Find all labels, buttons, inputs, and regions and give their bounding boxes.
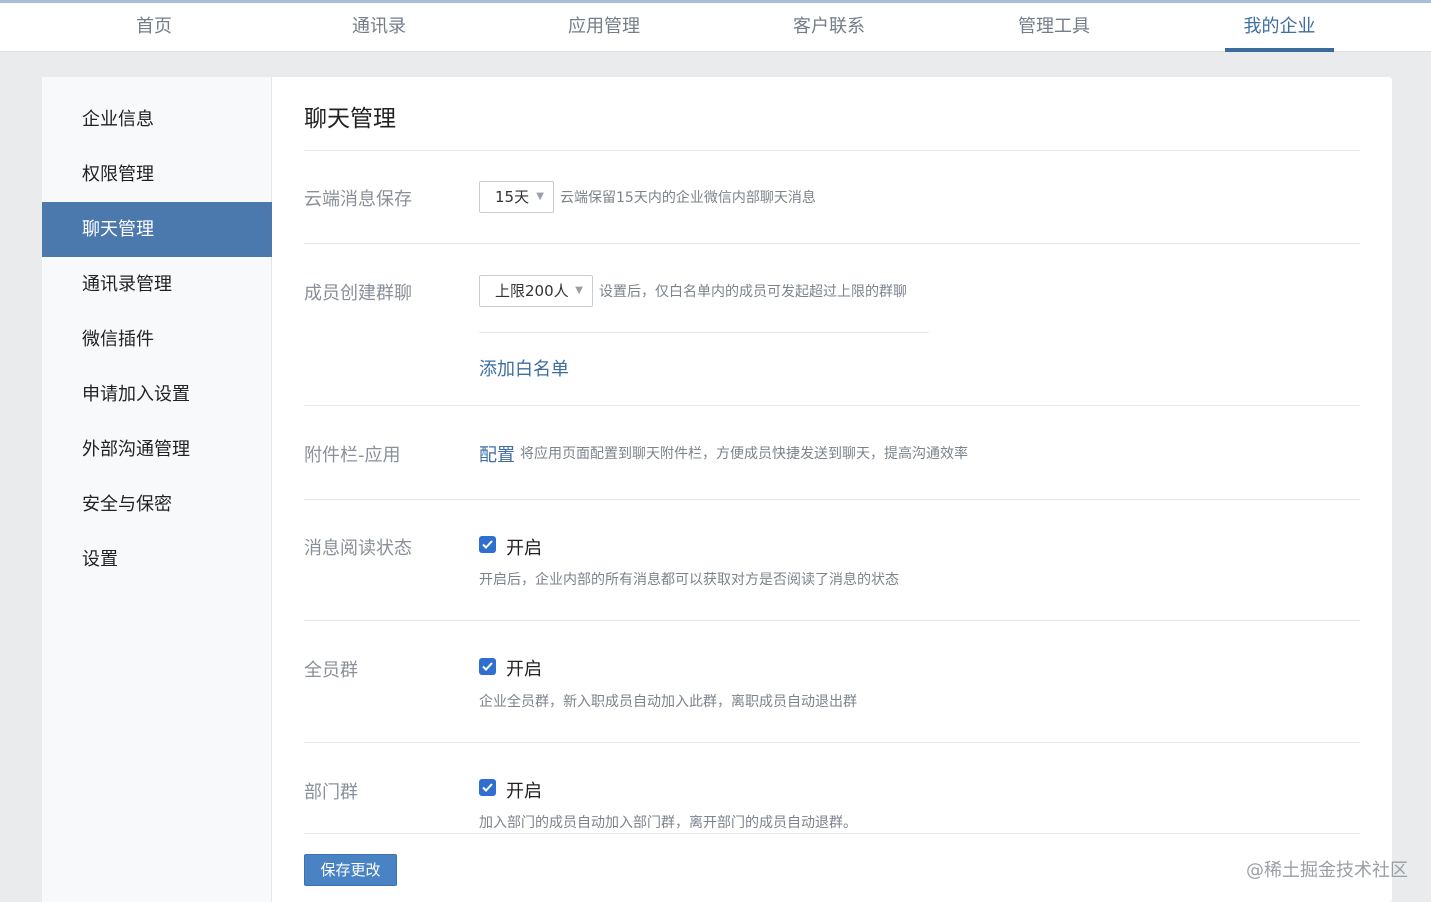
divider xyxy=(479,332,929,333)
checkmark-icon xyxy=(482,783,493,792)
cloud-storage-label: 云端消息保存 xyxy=(304,189,412,210)
read-status-checkbox[interactable] xyxy=(479,536,496,553)
read-status-label: 消息阅读状态 xyxy=(304,538,412,559)
divider xyxy=(304,150,1360,151)
sidebar-item-contacts-management[interactable]: 通讯录管理 xyxy=(42,257,272,312)
dept-group-checkbox-label[interactable]: 开启 xyxy=(506,777,542,803)
cloud-storage-select[interactable]: 15天 ▼ xyxy=(479,181,554,213)
divider xyxy=(304,243,1360,244)
cloud-storage-hint: 云端保留15天内的企业微信内部聊天消息 xyxy=(560,190,816,206)
divider xyxy=(304,620,1360,621)
chevron-down-icon: ▼ xyxy=(536,191,544,202)
divider xyxy=(304,742,1360,743)
sidebar-item-wechat-plugin[interactable]: 微信插件 xyxy=(42,312,272,367)
sidebar-item-company-info[interactable]: 企业信息 xyxy=(42,92,272,147)
all-staff-group-hint: 企业全员群，新入职成员自动加入此群，离职成员自动退出群 xyxy=(479,694,857,710)
divider xyxy=(304,499,1360,500)
nav-item-apps[interactable]: 应用管理 xyxy=(550,3,658,52)
nav-item-home[interactable]: 首页 xyxy=(100,3,208,52)
watermark: @稀土掘金技术社区 xyxy=(1246,860,1408,881)
dept-group-hint: 加入部门的成员自动加入部门群，离开部门的成员自动退群。 xyxy=(479,815,857,831)
configure-link[interactable]: 配置 xyxy=(479,441,515,467)
chevron-down-icon: ▼ xyxy=(575,285,583,296)
save-button[interactable]: 保存更改 xyxy=(304,854,397,886)
sidebar: 企业信息 权限管理 聊天管理 通讯录管理 微信插件 申请加入设置 外部沟通管理 … xyxy=(42,77,272,902)
add-whitelist-link[interactable]: 添加白名单 xyxy=(479,355,569,381)
read-status-hint: 开启后，企业内部的所有消息都可以获取对方是否阅读了消息的状态 xyxy=(479,572,899,588)
top-nav: 首页 通讯录 应用管理 客户联系 管理工具 我的企业 xyxy=(0,0,1431,52)
checkmark-icon xyxy=(482,540,493,549)
attachment-hint: 将应用页面配置到聊天附件栏，方便成员快捷发送到聊天，提高沟通效率 xyxy=(520,446,968,462)
cloud-storage-select-value: 15天 xyxy=(495,188,530,206)
nav-item-customers[interactable]: 客户联系 xyxy=(775,3,883,52)
member-group-hint: 设置后，仅白名单内的成员可发起超过上限的群聊 xyxy=(599,284,907,300)
main-panel: 企业信息 权限管理 聊天管理 通讯录管理 微信插件 申请加入设置 外部沟通管理 … xyxy=(42,77,1392,902)
member-group-limit-select[interactable]: 上限200人 ▼ xyxy=(479,275,593,307)
sidebar-item-security[interactable]: 安全与保密 xyxy=(42,477,272,532)
nav-active-indicator xyxy=(1225,48,1334,52)
dept-group-label: 部门群 xyxy=(304,782,358,803)
divider xyxy=(304,833,1360,834)
page-title: 聊天管理 xyxy=(304,106,396,132)
all-staff-group-checkbox[interactable] xyxy=(479,658,496,675)
sidebar-item-chat-management[interactable]: 聊天管理 xyxy=(42,202,272,257)
checkmark-icon xyxy=(482,662,493,671)
attachment-label: 附件栏-应用 xyxy=(304,445,401,466)
nav-item-tools[interactable]: 管理工具 xyxy=(1000,3,1108,52)
member-group-select-value: 上限200人 xyxy=(495,282,569,300)
member-group-label: 成员创建群聊 xyxy=(304,283,412,304)
sidebar-item-settings[interactable]: 设置 xyxy=(42,532,272,587)
all-staff-group-label: 全员群 xyxy=(304,660,358,681)
sidebar-item-permissions[interactable]: 权限管理 xyxy=(42,147,272,202)
sidebar-item-join-settings[interactable]: 申请加入设置 xyxy=(42,367,272,422)
sidebar-item-external-communication[interactable]: 外部沟通管理 xyxy=(42,422,272,477)
divider xyxy=(304,405,1360,406)
nav-item-contacts[interactable]: 通讯录 xyxy=(325,3,433,52)
read-status-checkbox-label[interactable]: 开启 xyxy=(506,534,542,560)
dept-group-checkbox[interactable] xyxy=(479,779,496,796)
nav-item-my-company[interactable]: 我的企业 xyxy=(1225,3,1334,52)
content-area: 聊天管理 云端消息保存 15天 ▼ 云端保留15天内的企业微信内部聊天消息 成员… xyxy=(304,77,1360,902)
all-staff-group-checkbox-label[interactable]: 开启 xyxy=(506,655,542,681)
